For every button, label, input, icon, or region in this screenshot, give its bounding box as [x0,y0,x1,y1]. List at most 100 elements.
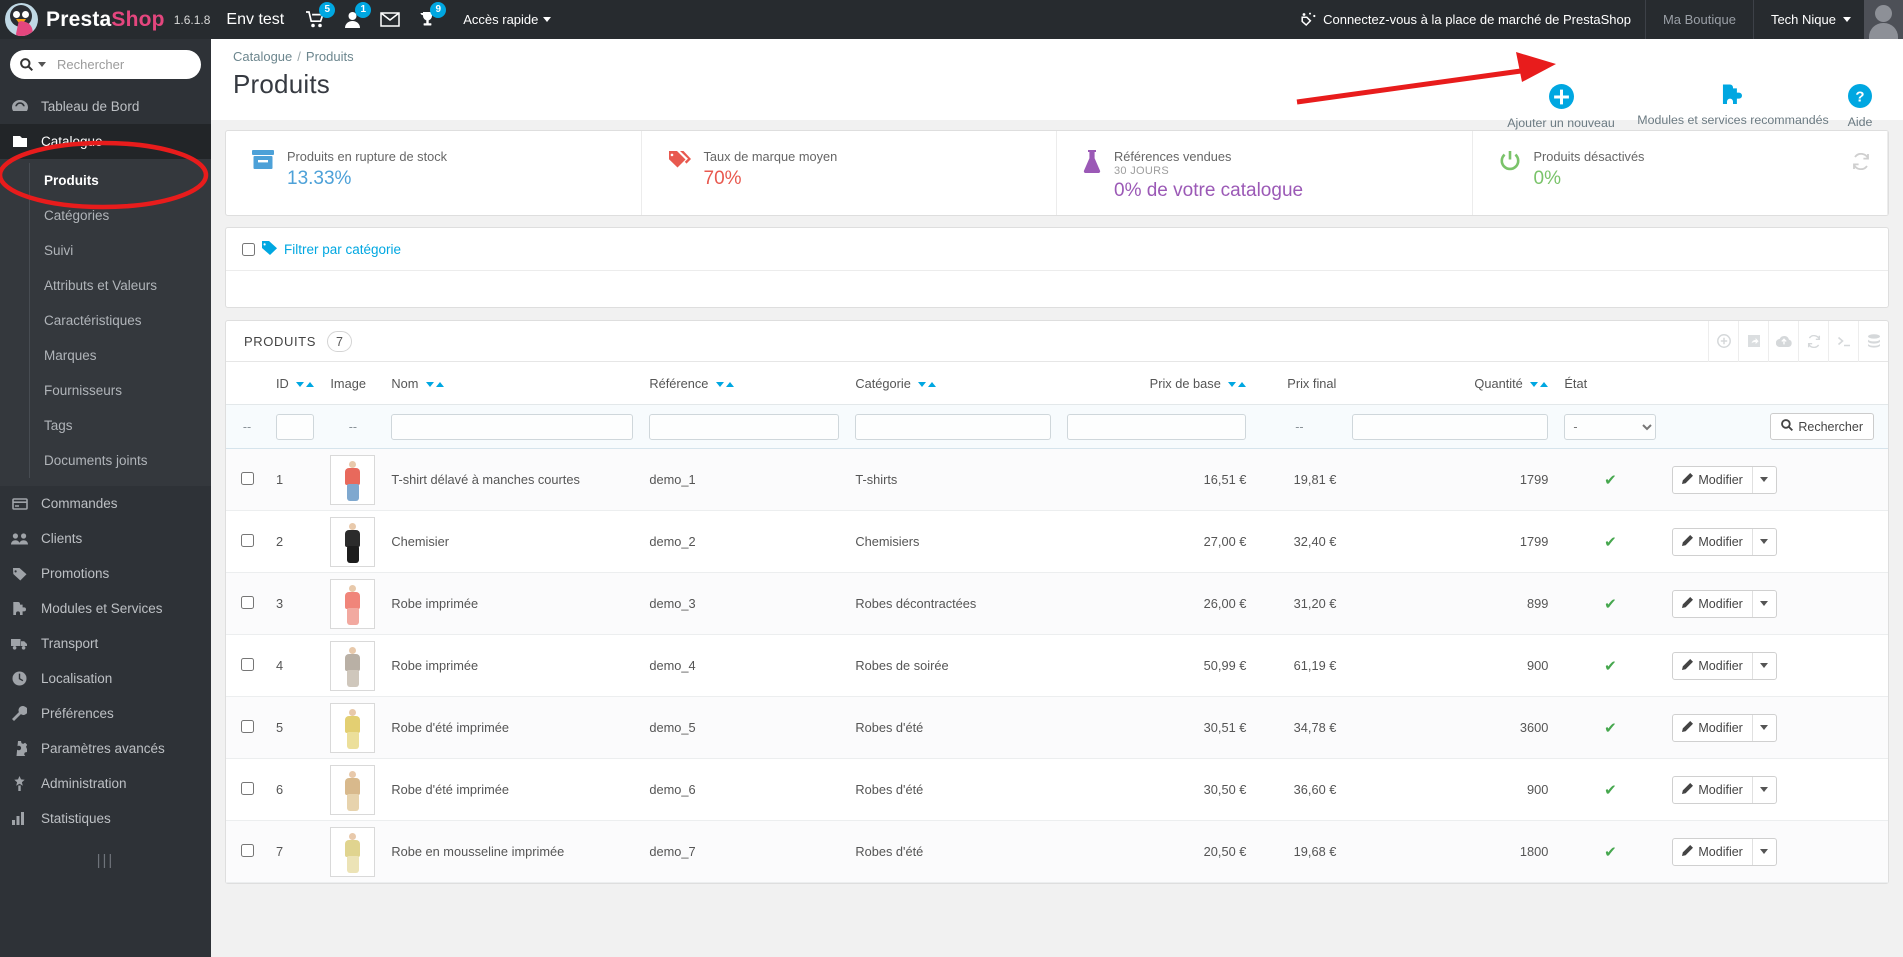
kpi-references-vendues[interactable]: Références vendues 30 JOURS 0% de votre … [1057,131,1473,215]
sort-asc-icon[interactable] [725,382,734,387]
filter-etat-select[interactable]: - [1564,413,1657,440]
import-icon[interactable] [1768,320,1798,362]
table-row[interactable]: 6 Robe d'été imprimée demo_6 Robes d'été… [226,758,1888,821]
table-row[interactable]: 3 Robe imprimée demo_3 Robes décontracté… [226,572,1888,635]
shop-link[interactable]: Ma Boutique [1646,0,1754,39]
edit-button[interactable]: Modifier [1672,775,1777,804]
sidebar-item-documents-joints[interactable]: Documents joints [0,443,211,478]
sidebar-item-promotions[interactable]: Promotions [0,556,211,591]
sort-arrows-categorie[interactable] [918,382,937,387]
search-box[interactable] [10,50,233,79]
sort-desc-icon[interactable] [296,382,305,387]
console-icon[interactable] [1828,320,1858,362]
mail-icon[interactable] [380,12,400,27]
column-header-quantite[interactable]: Quantité [1344,362,1557,405]
sort-arrows-prix-de-base[interactable] [1228,382,1247,387]
column-header-id[interactable]: ID [268,362,323,405]
row-checkbox[interactable] [240,781,254,795]
filter-nom-input[interactable] [391,413,634,440]
edit-button[interactable]: Modifier [1672,465,1777,494]
table-row[interactable]: 7 Robe en mousseline imprimée demo_7 Rob… [226,820,1888,883]
sidebar-item-parametres-avances[interactable]: Paramètres avancés [0,731,211,766]
sidebar-item-localisation[interactable]: Localisation [0,661,211,696]
category-filter-checkbox[interactable] [242,243,255,256]
row-checkbox[interactable] [240,719,254,733]
sort-asc-icon[interactable] [1540,382,1549,387]
sidebar-item-attributs-et-valeurs[interactable]: Attributs et Valeurs [0,268,211,303]
employee-menu[interactable]: Tech Nique [1754,0,1864,39]
sort-desc-icon[interactable] [1530,382,1539,387]
quick-access-menu[interactable]: Accès rapide [463,12,552,27]
edit-dropdown-toggle[interactable] [1751,652,1776,679]
sidebar-item-statistiques[interactable]: Statistiques [0,801,211,836]
edit-button[interactable]: Modifier [1672,527,1777,556]
edit-button[interactable]: Modifier [1672,651,1777,680]
column-header-categorie[interactable]: Catégorie [847,362,1060,405]
search-scope-chevron-icon[interactable] [38,62,46,67]
kpi-produits-desactives[interactable]: Produits désactivés 0% [1473,131,1888,215]
sort-desc-icon[interactable] [1228,382,1237,387]
edit-button[interactable]: Modifier [1672,589,1777,618]
row-state-cell[interactable]: ✔ [1556,448,1665,511]
table-row[interactable]: 2 Chemisier demo_2 Chemisiers 27,00 € 32… [226,510,1888,573]
sidebar-item-caracteristiques[interactable]: Caractéristiques [0,303,211,338]
row-checkbox[interactable] [240,657,254,671]
row-checkbox[interactable] [240,843,254,857]
refresh-icon[interactable] [1798,320,1828,362]
filter-prix-de-base-input[interactable] [1067,413,1247,440]
sidebar-item-marques[interactable]: Marques [0,338,211,373]
column-header-prix-de-base[interactable]: Prix de base [1059,362,1255,405]
sidebar-item-produits[interactable]: Produits [0,163,211,198]
column-header-reference[interactable]: Référence [641,362,848,405]
sort-arrows-id[interactable] [296,382,315,387]
sidebar-item-fournisseurs[interactable]: Fournisseurs [0,373,211,408]
edit-dropdown-toggle[interactable] [1751,528,1776,555]
sort-arrows-reference[interactable] [715,382,734,387]
database-icon[interactable] [1858,320,1888,362]
sort-asc-icon[interactable] [306,382,315,387]
sidebar-item-transport[interactable]: Transport [0,626,211,661]
sidebar-item-modules-et-services[interactable]: Modules et Services [0,591,211,626]
sidebar-collapse-handle[interactable]: ||| [0,852,211,869]
row-state-cell[interactable]: ✔ [1556,696,1665,759]
prestashop-logo-icon[interactable] [5,3,38,36]
marketplace-link[interactable]: Connectez-vous à la place de marché de P… [1301,0,1646,39]
row-checkbox[interactable] [240,533,254,547]
sort-asc-icon[interactable] [1238,382,1247,387]
edit-button[interactable]: Modifier [1672,713,1777,742]
table-row[interactable]: 1 T-shirt délavé à manches courtes demo_… [226,448,1888,511]
filter-categorie-input[interactable] [855,413,1052,440]
row-state-cell[interactable]: ✔ [1556,820,1665,883]
filter-quantite-input[interactable] [1352,413,1549,440]
filter-reference-input[interactable] [649,413,840,440]
export-icon[interactable] [1738,320,1768,362]
row-state-cell[interactable]: ✔ [1556,758,1665,821]
table-row[interactable]: 4 Robe imprimée demo_4 Robes de soirée 5… [226,634,1888,697]
recommended-modules-button[interactable]: Modules et services recommandés [1635,84,1831,127]
search-input[interactable] [51,57,233,72]
sidebar-item-tableau-de-bord[interactable]: Tableau de Bord [0,89,211,124]
row-checkbox[interactable] [240,595,254,609]
sidebar-item-catalogue[interactable]: Catalogue [0,124,211,159]
sidebar-item-categories[interactable]: Catégories [0,198,211,233]
edit-dropdown-toggle[interactable] [1751,590,1776,617]
refresh-icon[interactable] [1852,152,1870,175]
avatar[interactable] [1864,0,1903,39]
help-button[interactable]: ? Aide [1831,84,1889,129]
sort-desc-icon[interactable] [918,382,927,387]
kpi-taux-de-marque-moyen[interactable]: Taux de marque moyen 70% [642,131,1057,215]
customer-icon[interactable]: 1 [344,2,372,28]
filter-by-category-link[interactable]: Filtrer par catégorie [284,242,401,257]
trophy-icon[interactable]: 9 [419,2,447,28]
row-state-cell[interactable]: ✔ [1556,634,1665,697]
sidebar-item-clients[interactable]: Clients [0,521,211,556]
sort-asc-icon[interactable] [435,382,444,387]
sort-desc-icon[interactable] [715,382,724,387]
sidebar-item-administration[interactable]: Administration [0,766,211,801]
edit-dropdown-toggle[interactable] [1751,714,1776,741]
filter-id-input[interactable] [276,413,315,440]
column-header-nom[interactable]: Nom [383,362,642,405]
kpi-produits-en-rupture-de-stock[interactable]: Produits en rupture de stock 13.33% [226,131,642,215]
table-row[interactable]: 5 Robe d'été imprimée demo_5 Robes d'été… [226,696,1888,759]
sort-arrows-nom[interactable] [425,382,444,387]
